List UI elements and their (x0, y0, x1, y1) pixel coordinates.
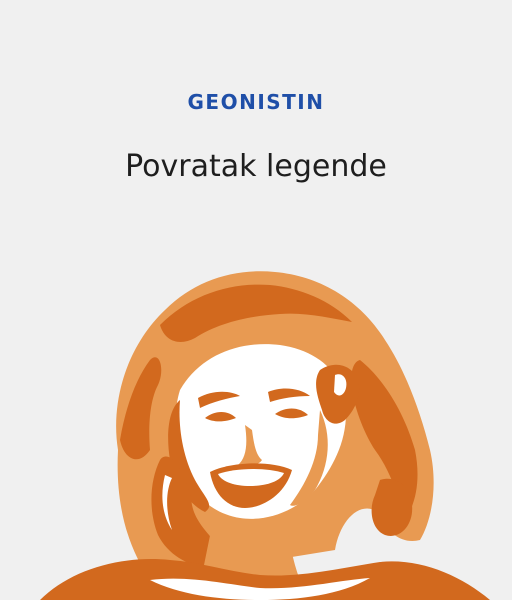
brand-logo: GEONISTIN (187, 90, 325, 114)
page-title: Povratak legende (125, 149, 387, 184)
page: { "brand": { "name": "GEONISTIN", "color… (0, 0, 512, 600)
portrait-illustration (40, 271, 490, 600)
